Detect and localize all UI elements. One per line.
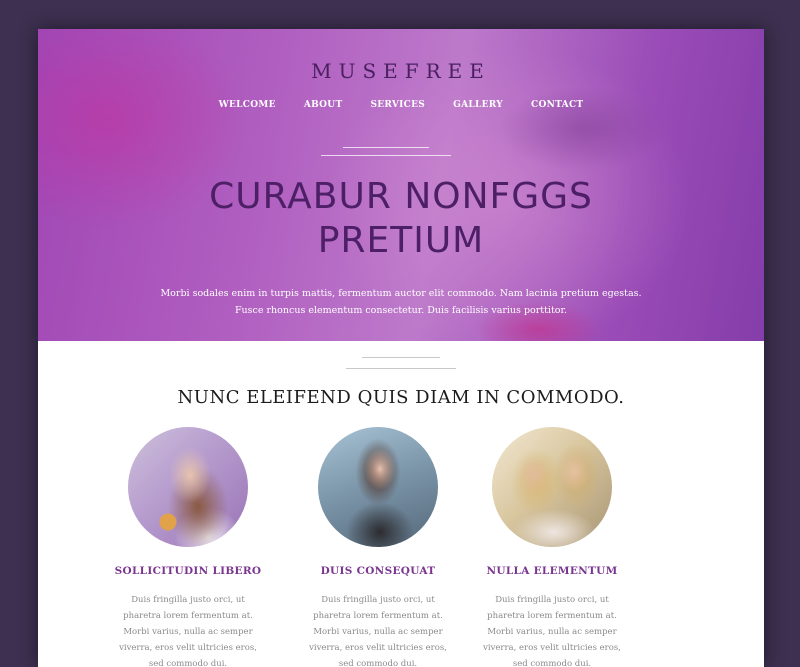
hero-headline-line1: CURABUR NONFGGS [209,176,593,217]
feature-card-2: DUIS CONSEQUAT Duis fringilla justo orci… [288,427,468,667]
feature-photo-3 [492,427,612,547]
feature-text-2: Duis fringilla justo orci, ut pharetra l… [309,595,447,667]
nav-item-welcome[interactable]: WELCOME [219,100,276,110]
divider-line-short [362,357,440,358]
page-frame: MUSEFREE WELCOME ABOUT SERVICES GALLERY … [38,29,764,667]
nav-item-about[interactable]: ABOUT [304,100,343,110]
divider-line-long [346,368,456,369]
nav-item-services[interactable]: SERVICES [370,100,425,110]
section-title: NUNC ELEIFEND QUIS DIAM IN COMMODO. [177,387,625,408]
feature-text-3: Duis fringilla justo orci, ut pharetra l… [483,595,621,667]
nav-item-gallery[interactable]: GALLERY [453,100,503,110]
feature-photo-2 [318,427,438,547]
hero-headline-line2: PRETIUM [317,220,485,261]
nav-item-contact[interactable]: CONTACT [531,100,583,110]
feature-title-2[interactable]: DUIS CONSEQUAT [288,565,468,577]
feature-card-3: NULLA ELEMENTUM Duis fringilla justo orc… [462,427,642,667]
hero-divider [321,147,451,159]
divider-line-long [321,155,451,156]
hero-headline: CURABUR NONFGGS PRETIUM [38,175,764,263]
site-logo[interactable]: MUSEFREE [38,59,764,83]
hero-text-line2: Fusce rhoncus elementum consectetur. Dui… [234,305,568,316]
main-nav: WELCOME ABOUT SERVICES GALLERY CONTACT [38,100,764,110]
feature-text-1: Duis fringilla justo orci, ut pharetra l… [119,595,257,667]
feature-title-3[interactable]: NULLA ELEMENTUM [462,565,642,577]
hero-description: Morbi sodales enim in turpis mattis, fer… [158,285,644,319]
feature-title-1[interactable]: SOLLICITUDIN LIBERO [98,565,278,577]
divider-line-short [343,147,429,148]
hero-banner: MUSEFREE WELCOME ABOUT SERVICES GALLERY … [38,29,764,341]
feature-photo-1 [128,427,248,547]
hero-text-line1: Morbi sodales enim in turpis mattis, fer… [160,288,642,299]
feature-card-1: SOLLICITUDIN LIBERO Duis fringilla justo… [98,427,278,667]
section-divider [346,357,456,369]
